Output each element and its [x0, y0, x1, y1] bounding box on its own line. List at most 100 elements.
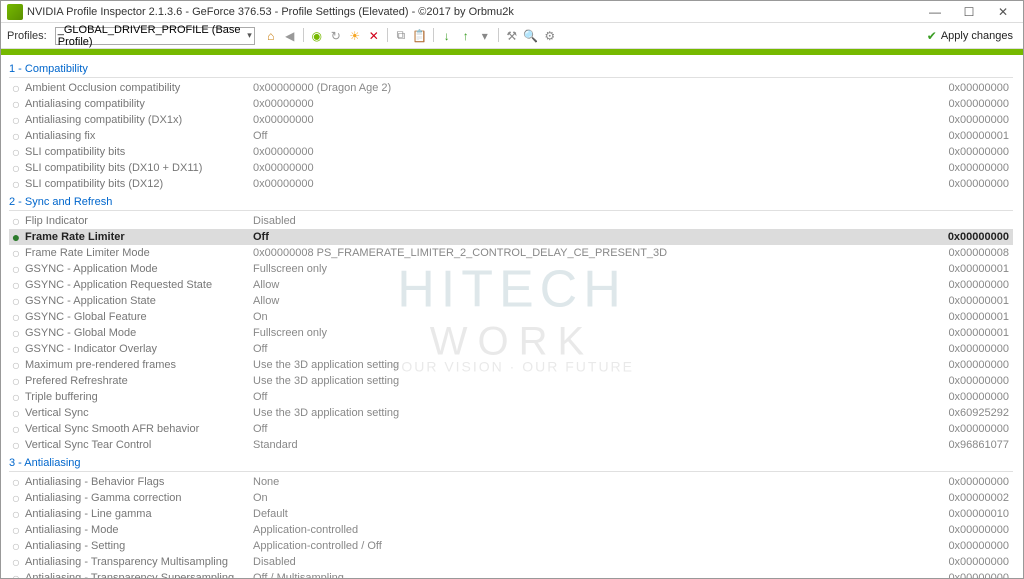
setting-row[interactable]: ○GSYNC - Indicator OverlayOff0x00000000: [9, 341, 1013, 357]
profiles-label: Profiles:: [7, 30, 47, 42]
apply-changes-button[interactable]: ✔ Apply changes: [923, 27, 1017, 45]
setting-row[interactable]: ○SLI compatibility bits0x000000000x00000…: [9, 144, 1013, 160]
setting-default: 0x00000000: [948, 96, 1013, 112]
setting-value[interactable]: On: [253, 309, 948, 325]
setting-value[interactable]: 0x00000008 PS_FRAMERATE_LIMITER_2_CONTRO…: [253, 245, 948, 261]
search-icon[interactable]: 🔍: [523, 28, 539, 44]
profile-dropdown[interactable]: _GLOBAL_DRIVER_PROFILE (Base Profile) ▾: [55, 27, 255, 45]
sun-icon[interactable]: ☀: [347, 28, 363, 44]
setting-row[interactable]: ○SLI compatibility bits (DX12)0x00000000…: [9, 176, 1013, 192]
setting-value[interactable]: Fullscreen only: [253, 325, 948, 341]
setting-value[interactable]: Default: [253, 506, 948, 522]
setting-name: Maximum pre-rendered frames: [25, 357, 253, 373]
setting-row[interactable]: ○Antialiasing - ModeApplication-controll…: [9, 522, 1013, 538]
setting-value[interactable]: On: [253, 490, 948, 506]
bullet-icon: ○: [11, 570, 21, 578]
bullet-icon: ●: [11, 229, 21, 245]
setting-value[interactable]: Off: [253, 421, 948, 437]
maximize-button[interactable]: ☐: [955, 3, 983, 21]
setting-row[interactable]: ○GSYNC - Application Requested StateAllo…: [9, 277, 1013, 293]
setting-row[interactable]: ○GSYNC - Application ModeFullscreen only…: [9, 261, 1013, 277]
setting-value[interactable]: 0x00000000 (Dragon Age 2): [253, 80, 948, 96]
setting-value[interactable]: Off / Multisampling: [253, 570, 948, 578]
section-header[interactable]: 3 - Antialiasing: [9, 455, 1013, 472]
setting-row[interactable]: ○Vertical Sync Tear ControlStandard0x968…: [9, 437, 1013, 453]
setting-row[interactable]: ●Frame Rate LimiterOff0x00000000: [9, 229, 1013, 245]
setting-value[interactable]: Application-controlled: [253, 522, 948, 538]
setting-value[interactable]: Standard: [253, 437, 948, 453]
setting-name: Antialiasing compatibility: [25, 96, 253, 112]
setting-row[interactable]: ○Antialiasing - Transparency Supersampli…: [9, 570, 1013, 578]
setting-row[interactable]: ○SLI compatibility bits (DX10 + DX11)0x0…: [9, 160, 1013, 176]
profile-dropdown-value: _GLOBAL_DRIVER_PROFILE (Base Profile): [58, 24, 247, 48]
setting-value[interactable]: 0x00000000: [253, 176, 948, 192]
setting-row[interactable]: ○GSYNC - Global ModeFullscreen only0x000…: [9, 325, 1013, 341]
setting-value[interactable]: Use the 3D application setting: [253, 373, 948, 389]
setting-row[interactable]: ○Antialiasing fixOff0x00000001: [9, 128, 1013, 144]
setting-default: 0x00000000: [948, 176, 1013, 192]
setting-value[interactable]: Use the 3D application setting: [253, 405, 948, 421]
setting-row[interactable]: ○Prefered RefreshrateUse the 3D applicat…: [9, 373, 1013, 389]
separator: [433, 28, 434, 42]
setting-row[interactable]: ○Antialiasing compatibility0x000000000x0…: [9, 96, 1013, 112]
delete-icon[interactable]: ✕: [366, 28, 382, 44]
setting-value[interactable]: Off: [253, 128, 948, 144]
setting-row[interactable]: ○Antialiasing - Behavior FlagsNone0x0000…: [9, 474, 1013, 490]
setting-value[interactable]: 0x00000000: [253, 144, 948, 160]
import-icon[interactable]: ↑: [458, 28, 474, 44]
setting-row[interactable]: ○Maximum pre-rendered framesUse the 3D a…: [9, 357, 1013, 373]
setting-default: 0x00000000: [948, 229, 1013, 245]
setting-value[interactable]: Disabled: [253, 213, 1009, 229]
setting-value[interactable]: 0x00000000: [253, 160, 948, 176]
setting-row[interactable]: ○Flip IndicatorDisabled: [9, 213, 1013, 229]
home-icon[interactable]: ⌂: [263, 28, 279, 44]
setting-value[interactable]: None: [253, 474, 948, 490]
setting-value[interactable]: Application-controlled / Off: [253, 538, 948, 554]
setting-row[interactable]: ○Antialiasing - Transparency Multisampli…: [9, 554, 1013, 570]
setting-row[interactable]: ○Vertical SyncUse the 3D application set…: [9, 405, 1013, 421]
setting-row[interactable]: ○Frame Rate Limiter Mode0x00000008 PS_FR…: [9, 245, 1013, 261]
setting-row[interactable]: ○Antialiasing - SettingApplication-contr…: [9, 538, 1013, 554]
setting-value[interactable]: Use the 3D application setting: [253, 357, 948, 373]
setting-value[interactable]: Fullscreen only: [253, 261, 948, 277]
setting-row[interactable]: ○Ambient Occlusion compatibility0x000000…: [9, 80, 1013, 96]
titlebar[interactable]: NVIDIA Profile Inspector 2.1.3.6 - GeFor…: [1, 1, 1023, 23]
setting-row[interactable]: ○GSYNC - Application StateAllow0x0000000…: [9, 293, 1013, 309]
settings-grid[interactable]: HITECH WORK YOUR VISION · OUR FUTURE 1 -…: [1, 55, 1023, 578]
setting-name: GSYNC - Global Feature: [25, 309, 253, 325]
export-icon[interactable]: ↓: [439, 28, 455, 44]
setting-value[interactable]: Off: [253, 229, 948, 245]
nvidia-icon[interactable]: ◉: [309, 28, 325, 44]
setting-default: 0x00000000: [948, 389, 1013, 405]
close-button[interactable]: ✕: [989, 3, 1017, 21]
setting-row[interactable]: ○Vertical Sync Smooth AFR behaviorOff0x0…: [9, 421, 1013, 437]
settings-icon[interactable]: ⚙: [542, 28, 558, 44]
setting-value[interactable]: 0x00000000: [253, 112, 948, 128]
setting-name: Prefered Refreshrate: [25, 373, 253, 389]
setting-name: Antialiasing - Behavior Flags: [25, 474, 253, 490]
setting-name: Antialiasing - Transparency Multisamplin…: [25, 554, 253, 570]
setting-row[interactable]: ○Triple bufferingOff0x00000000: [9, 389, 1013, 405]
setting-value[interactable]: Off: [253, 341, 948, 357]
setting-value[interactable]: Off: [253, 389, 948, 405]
caret-icon[interactable]: ▾: [477, 28, 493, 44]
setting-value[interactable]: Allow: [253, 293, 948, 309]
paste-icon[interactable]: 📋: [412, 28, 428, 44]
tool-icon[interactable]: ⚒: [504, 28, 520, 44]
setting-row[interactable]: ○Antialiasing - Gamma correctionOn0x0000…: [9, 490, 1013, 506]
section-header[interactable]: 2 - Sync and Refresh: [9, 194, 1013, 211]
setting-name: Antialiasing fix: [25, 128, 253, 144]
setting-row[interactable]: ○GSYNC - Global FeatureOn0x00000001: [9, 309, 1013, 325]
setting-value[interactable]: Allow: [253, 277, 948, 293]
refresh-icon[interactable]: ↻: [328, 28, 344, 44]
minimize-button[interactable]: —: [921, 3, 949, 21]
setting-value[interactable]: Disabled: [253, 554, 948, 570]
separator: [387, 28, 388, 42]
setting-value[interactable]: 0x00000000: [253, 96, 948, 112]
setting-name: GSYNC - Application Requested State: [25, 277, 253, 293]
setting-row[interactable]: ○Antialiasing compatibility (DX1x)0x0000…: [9, 112, 1013, 128]
back-icon[interactable]: ◀: [282, 28, 298, 44]
setting-row[interactable]: ○Antialiasing - Line gammaDefault0x00000…: [9, 506, 1013, 522]
copy-icon[interactable]: ⧉: [393, 28, 409, 44]
section-header[interactable]: 1 - Compatibility: [9, 61, 1013, 78]
